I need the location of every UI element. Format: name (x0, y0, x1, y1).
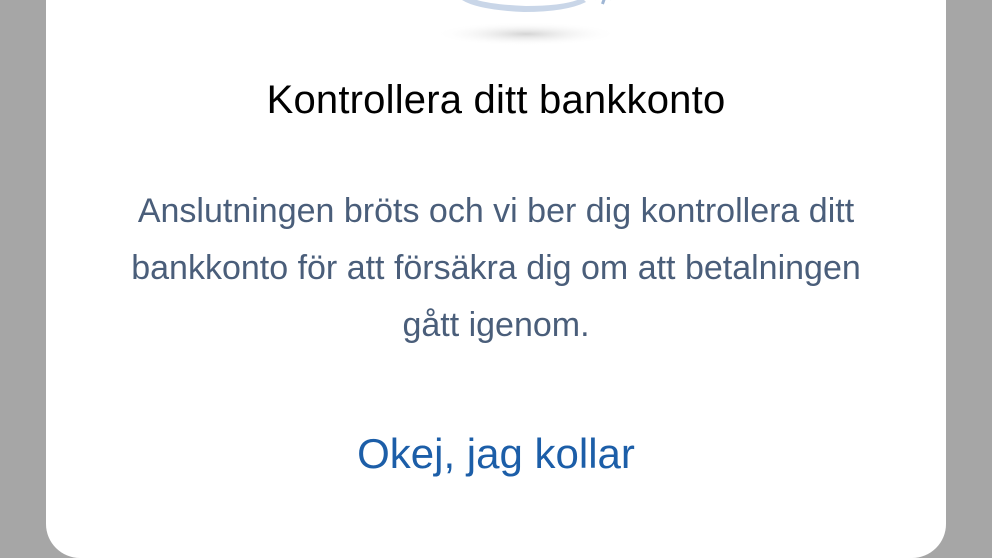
alert-dialog: Kontrollera ditt bankkonto Anslutningen … (46, 0, 946, 558)
dialog-message: Anslutningen bröts och vi ber dig kontro… (131, 192, 861, 344)
okay-check-button[interactable]: Okej, jag kollar (296, 422, 696, 486)
dialog-title: Kontrollera ditt bankkonto (266, 78, 726, 122)
bank-card-illustration-icon (434, 0, 618, 46)
modal-backdrop: Kontrollera ditt bankkonto Anslutningen … (0, 0, 992, 558)
